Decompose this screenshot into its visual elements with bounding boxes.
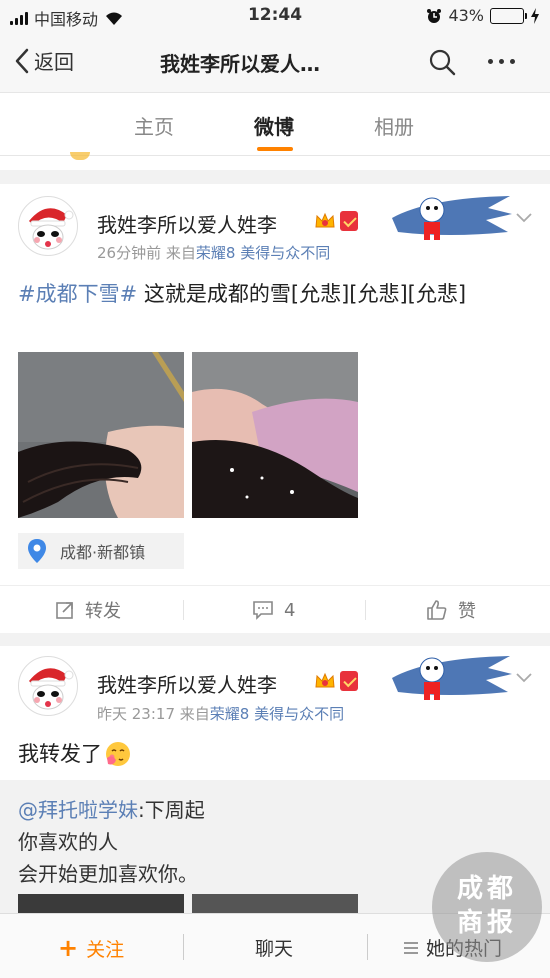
vip-crown-icon [315, 212, 335, 228]
back-button[interactable]: 返回 [14, 46, 74, 75]
post-time: 昨天 23:17 [97, 705, 175, 723]
post-text: #成都下雪# 这就是成都的雪[允悲][允悲][允悲] [18, 278, 532, 310]
chevron-down-icon[interactable] [515, 212, 533, 224]
tab-weibo[interactable]: 微博 [254, 111, 294, 140]
post-body: 我转发了 [18, 742, 102, 766]
thumbs-up-icon [427, 600, 447, 620]
menu-icon [404, 941, 418, 954]
profile-page: 中国移动 12:44 43% 返回 我姓李所以爱人… 主页 微博 相册 我姓李所… [0, 0, 550, 978]
card-decoration-icon [392, 656, 512, 700]
plus-icon: + [58, 934, 79, 962]
previous-item-peek [0, 152, 550, 170]
more-options-icon[interactable] [488, 48, 515, 74]
back-label: 返回 [34, 50, 74, 74]
repost-line: @拜托啦学妹:下周起 [18, 794, 205, 823]
post-username[interactable]: 我姓李所以爱人姓李 [97, 669, 277, 698]
post-photo[interactable] [192, 352, 358, 518]
post-time: 26分钟前 [97, 244, 162, 262]
charging-icon [531, 7, 539, 24]
repost-icon [56, 602, 73, 619]
follow-button[interactable]: + 关注 [58, 934, 124, 962]
like-label: 赞 [458, 601, 476, 622]
battery-icon [490, 7, 527, 24]
location-tag[interactable]: 成都·新都镇 [18, 533, 184, 569]
post-actions: 转发 4 赞 [0, 585, 550, 633]
chat-label: 聊天 [255, 938, 294, 960]
alarm-icon [427, 8, 442, 23]
repost-mention[interactable]: @拜托啦学妹 [18, 798, 138, 822]
nav-bar: 返回 我姓李所以爱人… [0, 32, 550, 92]
post-text: 我转发了 [18, 738, 532, 770]
profile-tabs: 主页 微博 相册 [0, 92, 550, 156]
red-packet-icon [340, 671, 358, 691]
comment-count: 4 [284, 599, 296, 621]
post-via: 来自 [165, 244, 196, 262]
location-pin-icon [28, 539, 46, 563]
post-source[interactable]: 荣耀8 美得与众不同 [210, 705, 344, 723]
tab-album[interactable]: 相册 [374, 111, 414, 140]
post-via: 来自 [179, 705, 210, 723]
vip-crown-icon [315, 672, 335, 688]
chat-button[interactable]: 聊天 [255, 934, 293, 961]
page-title: 我姓李所以爱人… [160, 52, 320, 76]
active-tab-indicator [257, 147, 293, 151]
emoji-icon [106, 742, 130, 766]
post-hashtag[interactable]: #成都下雪# [18, 282, 137, 306]
repost-label: 转发 [85, 601, 121, 622]
avatar[interactable] [18, 656, 78, 716]
chevron-left-icon [15, 48, 29, 73]
post-source[interactable]: 荣耀8 美得与众不同 [196, 244, 330, 262]
post-body: 这就是成都的雪[允悲][允悲][允悲] [137, 282, 467, 306]
repost-text: :下周起 [138, 798, 205, 822]
tab-home[interactable]: 主页 [134, 111, 174, 140]
follow-label: 关注 [86, 938, 125, 961]
like-button[interactable]: 赞 [426, 586, 476, 634]
location-label: 成都·新都镇 [60, 543, 146, 562]
battery-percent: 43% [448, 6, 484, 25]
repost-text: 你喜欢的人 [18, 830, 118, 854]
status-bar: 中国移动 12:44 43% [0, 0, 550, 32]
repost-photo[interactable] [192, 894, 358, 913]
red-packet-icon [340, 211, 358, 231]
repost-text: 会开始更加喜欢你。 [18, 862, 198, 886]
post-photo[interactable] [18, 352, 184, 518]
post-meta: 昨天 23:17 来自荣耀8 美得与众不同 [97, 703, 344, 724]
repost-photo[interactable] [18, 894, 184, 913]
post-username[interactable]: 我姓李所以爱人姓李 [97, 209, 277, 238]
chevron-down-icon[interactable] [515, 672, 533, 684]
comment-icon [253, 601, 273, 620]
search-icon[interactable] [428, 48, 456, 76]
post-card[interactable]: 我姓李所以爱人姓李 26分钟前 来自荣耀8 美得与众不同 #成都下雪# 这就是成… [0, 184, 550, 633]
comment-button[interactable]: 4 [252, 586, 295, 634]
card-decoration-icon [392, 196, 512, 240]
avatar[interactable] [18, 196, 78, 256]
post-meta: 26分钟前 来自荣耀8 美得与众不同 [97, 242, 330, 263]
repost-button[interactable]: 转发 [55, 586, 121, 634]
watermark-logo: 成都 商报 [432, 852, 542, 962]
